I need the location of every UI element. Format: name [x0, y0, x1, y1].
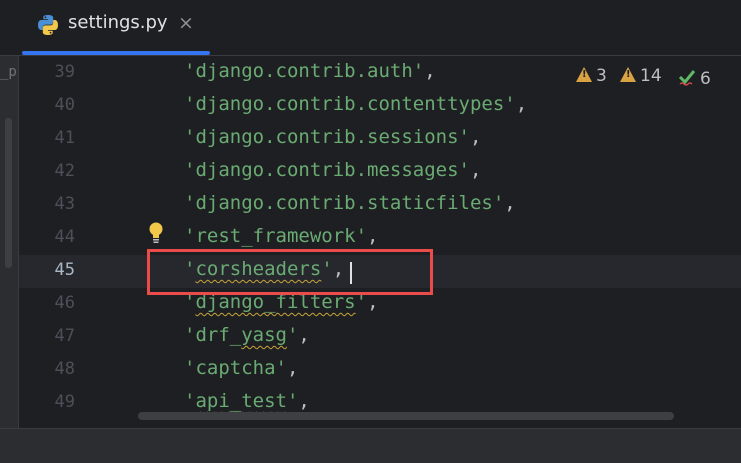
- string-literal: 'django.contrib.sessions': [184, 126, 470, 148]
- line-number: 46: [54, 293, 75, 313]
- close-icon[interactable]: ×: [178, 12, 194, 34]
- typo-count-value: 6: [700, 69, 711, 89]
- line-number: 42: [54, 161, 75, 181]
- code-line[interactable]: 'django.contrib.messages',: [184, 159, 481, 181]
- line-number: 47: [54, 326, 75, 346]
- line-number: 48: [54, 359, 75, 379]
- warning-count-value: 14: [640, 66, 662, 86]
- horizontal-scrollbar[interactable]: [138, 412, 674, 420]
- comma: ,: [286, 357, 299, 379]
- string-literal: 'rest_framework': [184, 225, 368, 247]
- code-line[interactable]: 'drf_yasg',: [184, 324, 310, 346]
- code-line[interactable]: 'rest_framework',: [184, 225, 378, 247]
- comma: ,: [298, 324, 310, 346]
- string-literal: 'django.contrib.auth': [184, 60, 425, 82]
- error-count[interactable]: 3: [576, 66, 607, 86]
- line-number: 49: [54, 392, 75, 412]
- warning-count[interactable]: 14: [620, 66, 662, 86]
- checkmark-icon: [678, 70, 696, 86]
- spelling-warning-text: api_test: [195, 390, 287, 412]
- typo-count[interactable]: 6: [678, 66, 711, 89]
- python-file-icon: [38, 15, 58, 35]
- project-panel-edge[interactable]: [0, 56, 19, 428]
- string-literal: 'django.contrib.messages': [184, 159, 470, 181]
- string-literal: 'django.contrib.staticfiles': [184, 192, 505, 214]
- line-number: 41: [54, 128, 75, 148]
- comma: ,: [469, 126, 482, 148]
- warning-triangle-icon: [620, 67, 636, 82]
- spelling-warning-text: yasg: [241, 324, 287, 346]
- string-literal: 'django.contrib.contenttypes': [184, 93, 516, 115]
- line-number: 40: [54, 95, 75, 115]
- comma: ,: [515, 93, 528, 115]
- code-line[interactable]: 'api_test',: [184, 390, 310, 412]
- comma: ,: [298, 390, 310, 412]
- string-literal-end: ': [286, 324, 299, 346]
- code-line[interactable]: 'django.contrib.staticfiles',: [184, 192, 516, 214]
- comma: ,: [469, 159, 482, 181]
- project-panel-text: _p: [0, 64, 17, 80]
- bottom-status-area: [0, 428, 741, 463]
- comma: ,: [504, 192, 516, 214]
- code-line[interactable]: 'captcha',: [184, 357, 298, 379]
- string-literal-start: ': [184, 390, 196, 412]
- tab-label[interactable]: settings.py: [68, 12, 168, 33]
- comma: ,: [367, 225, 379, 247]
- lightbulb-icon[interactable]: [148, 222, 164, 244]
- line-number: 43: [54, 194, 75, 214]
- left-strip-top: [0, 0, 18, 55]
- string-literal: 'captcha': [184, 357, 287, 379]
- warning-triangle-icon: [576, 67, 592, 82]
- line-number: 44: [54, 227, 75, 247]
- string-literal-end: ': [286, 390, 299, 412]
- active-tab-indicator: [22, 51, 210, 55]
- line-number: 39: [54, 62, 75, 82]
- code-line[interactable]: 'django.contrib.sessions',: [184, 126, 481, 148]
- line-number: 45: [54, 260, 75, 280]
- annotation-highlight-box: [147, 249, 433, 295]
- comma: ,: [424, 60, 436, 82]
- code-line[interactable]: 'django.contrib.contenttypes',: [184, 93, 527, 115]
- string-literal-start: 'drf_: [184, 324, 242, 346]
- error-count-value: 3: [596, 66, 607, 86]
- project-scrollbar[interactable]: [5, 118, 12, 268]
- code-line[interactable]: 'django.contrib.auth',: [184, 60, 436, 82]
